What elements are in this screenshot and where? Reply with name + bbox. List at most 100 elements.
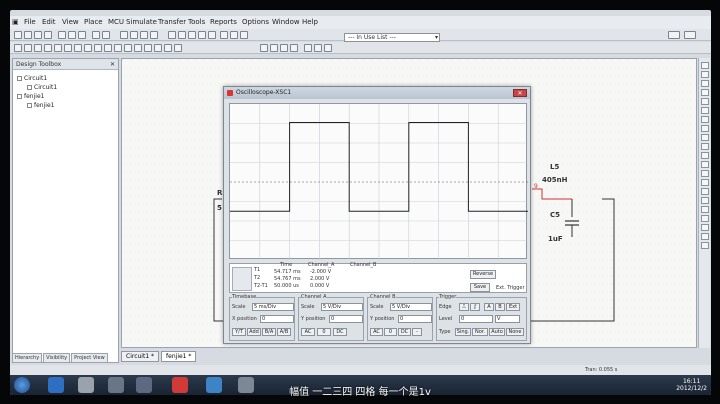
logic-converter-icon[interactable]: [701, 143, 709, 150]
rising-edge-icon[interactable]: ⎍: [459, 303, 469, 311]
copy-icon[interactable]: [68, 31, 76, 39]
open-icon[interactable]: [24, 31, 32, 39]
new-icon[interactable]: [14, 31, 22, 39]
tree-item-fenjie1-sheet[interactable]: fenjie1: [27, 102, 54, 109]
scope-display[interactable]: [229, 103, 528, 260]
channel-b-ypos-field[interactable]: 0: [398, 315, 432, 323]
tree-item-fenjie1[interactable]: fenjie1: [17, 93, 44, 100]
ultiboard-icon[interactable]: [324, 44, 332, 52]
agilent-oscilloscope-icon[interactable]: [701, 206, 709, 213]
trigger-source-ext[interactable]: Ext: [506, 303, 520, 311]
ba-button[interactable]: B/A: [262, 328, 276, 336]
menu-tools[interactable]: Tools: [188, 18, 205, 26]
tab-hierarchy[interactable]: Hierarchy: [12, 353, 43, 363]
oscilloscope-icon[interactable]: [701, 89, 709, 96]
trigger-source-a[interactable]: A: [484, 303, 494, 311]
electromechanical-icon[interactable]: [144, 44, 152, 52]
grapher-icon[interactable]: [208, 31, 216, 39]
probe-icon[interactable]: [304, 44, 312, 52]
tab-circuit1[interactable]: Circuit1 *: [121, 351, 160, 362]
distortion-analyzer-icon[interactable]: [701, 161, 709, 168]
in-use-list-select[interactable]: --- In Use List --- ▾: [344, 33, 440, 42]
expand-icon[interactable]: [17, 76, 22, 81]
channel-b-minus-button[interactable]: -: [412, 328, 422, 336]
logic-analyzer-icon[interactable]: [701, 134, 709, 141]
hierarchical-block-icon[interactable]: [164, 44, 172, 52]
paste-icon[interactable]: [78, 31, 86, 39]
channel-a-ac-button[interactable]: AC: [301, 328, 315, 336]
trigger-level-field[interactable]: 0: [459, 315, 493, 323]
close-icon[interactable]: ✕: [513, 89, 527, 97]
channel-b-zero-button[interactable]: 0: [384, 328, 397, 336]
trigger-source-b[interactable]: B: [495, 303, 505, 311]
add-button[interactable]: Add: [247, 328, 261, 336]
iv-analyzer-icon[interactable]: [701, 152, 709, 159]
run-icon[interactable]: [260, 44, 268, 52]
cut-icon[interactable]: [58, 31, 66, 39]
cursor-arrows-icon[interactable]: [232, 267, 252, 291]
transistor-icon[interactable]: [44, 44, 52, 52]
misc-icon[interactable]: [124, 44, 132, 52]
trigger-auto-button[interactable]: Auto: [489, 328, 505, 336]
zoom-in-icon[interactable]: [120, 31, 128, 39]
channel-a-zero-button[interactable]: 0: [317, 328, 331, 336]
timebase-scale-field[interactable]: 5 ms/Div: [252, 303, 294, 311]
tab-visibility[interactable]: Visibility: [43, 353, 71, 363]
probe-settings-icon[interactable]: [314, 44, 322, 52]
tektronix-oscilloscope-icon[interactable]: [701, 215, 709, 222]
design-toolbox-icon[interactable]: [168, 31, 176, 39]
channel-b-dc-button[interactable]: DC: [398, 328, 411, 336]
expand-icon[interactable]: [17, 94, 22, 99]
spectrum-analyzer-icon[interactable]: [701, 170, 709, 177]
ttl-icon[interactable]: [64, 44, 72, 52]
tree-item-circuit1[interactable]: Circuit1: [17, 75, 47, 82]
trigger-single-button[interactable]: Sing.: [455, 328, 471, 336]
menu-reports[interactable]: Reports: [210, 18, 237, 26]
tab-fenjie1[interactable]: fenjie1 *: [161, 351, 197, 362]
zoom-out-icon[interactable]: [130, 31, 138, 39]
current-probe-icon[interactable]: [701, 242, 709, 249]
undo-icon[interactable]: [92, 31, 100, 39]
tab-project-view[interactable]: Project View: [71, 353, 108, 363]
menu-help[interactable]: Help: [302, 18, 318, 26]
reverse-button[interactable]: Reverse: [470, 270, 496, 279]
trigger-none-button[interactable]: None: [506, 328, 524, 336]
basic-icon[interactable]: [24, 44, 32, 52]
measurement-probe-icon[interactable]: [701, 224, 709, 231]
erc-icon[interactable]: [230, 31, 238, 39]
indicator-icon[interactable]: [104, 44, 112, 52]
source-icon[interactable]: [14, 44, 22, 52]
spreadsheet-icon[interactable]: [178, 31, 186, 39]
component-wizard-icon[interactable]: [198, 31, 206, 39]
zoom-fit-icon[interactable]: [150, 31, 158, 39]
timebase-xpos-field[interactable]: 0: [260, 315, 294, 323]
tree-item-circuit1-sheet[interactable]: Circuit1: [27, 84, 57, 91]
back-annotate-icon[interactable]: [240, 31, 248, 39]
transfer-icon[interactable]: [668, 31, 680, 39]
postprocessor-icon[interactable]: [220, 31, 228, 39]
agilent-multimeter-icon[interactable]: [701, 197, 709, 204]
oscilloscope-window[interactable]: Oscilloscope-XSC1 ✕ T1 T2 T2-T1 Time Chan…: [223, 86, 531, 344]
cmos-icon[interactable]: [74, 44, 82, 52]
step-icon[interactable]: [290, 44, 298, 52]
diode-icon[interactable]: [34, 44, 42, 52]
network-analyzer-icon[interactable]: [701, 179, 709, 186]
menu-simulate[interactable]: Simulate: [126, 18, 157, 26]
labview-instrument-icon[interactable]: [701, 233, 709, 240]
pause-icon[interactable]: [270, 44, 278, 52]
channel-b-ac-button[interactable]: AC: [370, 328, 383, 336]
zoom-area-icon[interactable]: [140, 31, 148, 39]
mcu-icon[interactable]: [154, 44, 162, 52]
agilent-generator-icon[interactable]: [701, 188, 709, 195]
help-icon[interactable]: [684, 31, 696, 39]
menu-edit[interactable]: Edit: [42, 18, 56, 26]
mixed-icon[interactable]: [94, 44, 102, 52]
four-channel-oscilloscope-icon[interactable]: [701, 98, 709, 105]
stop-icon[interactable]: [280, 44, 288, 52]
word-generator-icon[interactable]: [701, 125, 709, 132]
falling-edge-icon[interactable]: ⎎: [470, 303, 480, 311]
redo-icon[interactable]: [102, 31, 110, 39]
database-icon[interactable]: [188, 31, 196, 39]
channel-a-scale-field[interactable]: 5 V/Div: [321, 303, 363, 311]
wattmeter-icon[interactable]: [701, 80, 709, 87]
